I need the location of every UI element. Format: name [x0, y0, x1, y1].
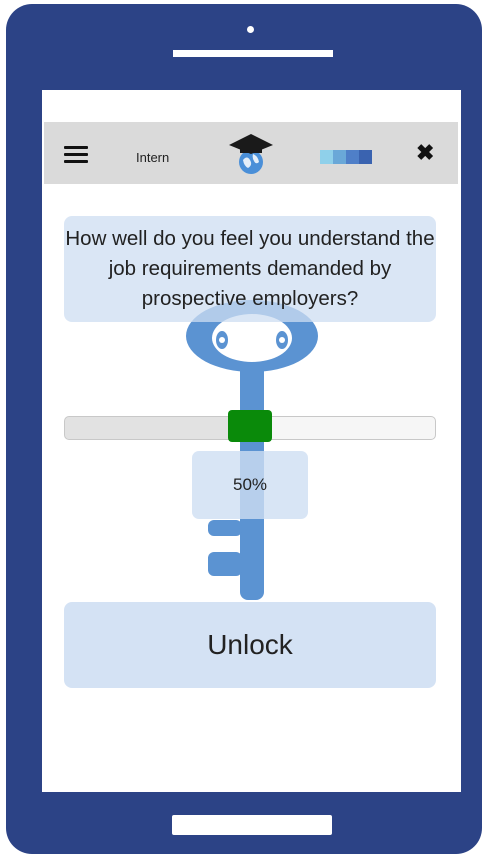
unlock-button[interactable]: Unlock [64, 602, 436, 688]
progress-segment [359, 150, 372, 164]
home-button[interactable] [172, 815, 332, 835]
graduation-cap-globe-icon [229, 134, 273, 174]
app-screen: Intern ✖ How well do you feel you unders… [42, 90, 461, 792]
question-card: How well do you feel you understand the … [64, 216, 436, 322]
progress-segment [333, 150, 346, 164]
hamburger-menu-icon[interactable] [64, 146, 88, 163]
app-title: Intern [136, 150, 170, 165]
slider-value-display: 50% [192, 451, 308, 519]
phone-frame: Intern ✖ How well do you feel you unders… [6, 4, 482, 854]
progress-segment [320, 150, 333, 164]
question-text: How well do you feel you understand the … [65, 227, 435, 310]
top-app-bar: Intern ✖ [44, 122, 458, 184]
progress-segment [346, 150, 359, 164]
camera-dot [247, 26, 254, 33]
close-icon[interactable]: ✖ [416, 140, 434, 166]
speaker-bar [173, 50, 333, 57]
slider-value-label: 50% [232, 475, 268, 494]
unlock-button-label: Unlock [207, 629, 293, 660]
slider-thumb[interactable] [228, 410, 272, 442]
progress-blocks-icon [320, 150, 372, 164]
